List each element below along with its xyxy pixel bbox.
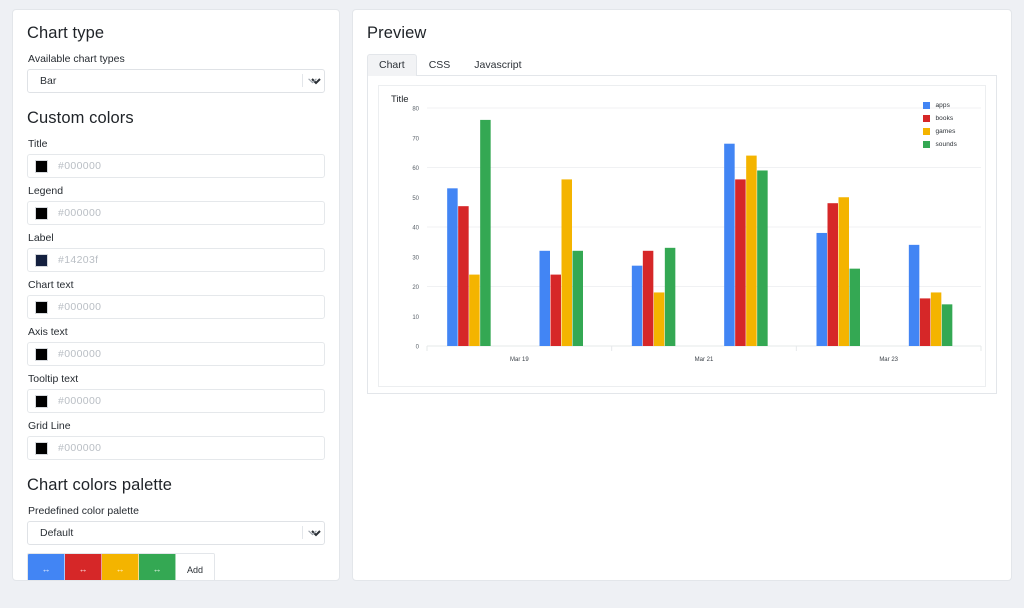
color-value-grid-line: #000000 (58, 442, 102, 454)
svg-text:50: 50 (412, 196, 419, 202)
color-swatch-axis-text[interactable] (35, 347, 48, 361)
color-field-axis-text[interactable]: #000000 (27, 342, 325, 366)
palette-select-wrap: Default (27, 521, 325, 545)
tab-javascript[interactable]: Javascript (462, 54, 533, 76)
svg-text:Mar 19: Mar 19 (510, 357, 529, 363)
svg-text:70: 70 (412, 136, 419, 142)
palette-swatch-3[interactable]: ↔ (102, 554, 139, 580)
drag-handle-icon[interactable]: ↔ (153, 565, 162, 574)
legend-key-games (923, 128, 931, 135)
color-swatch-chart-text[interactable] (35, 300, 48, 314)
color-label-tooltip-text: Tooltip text (28, 373, 79, 385)
color-label-label: Label (28, 232, 54, 244)
drag-handle-icon[interactable]: ↔ (79, 565, 88, 574)
chevron-down-icon (308, 521, 317, 545)
legend-label-sounds: sounds (935, 141, 957, 148)
color-value-label: #14203f (58, 254, 99, 266)
legend-label-games: games (935, 128, 956, 135)
legend-item-games[interactable]: games (923, 126, 957, 137)
svg-text:Mar 23: Mar 23 (879, 357, 898, 363)
color-field-chart-text[interactable]: #000000 (27, 295, 325, 319)
chevron-down-icon (308, 69, 317, 93)
color-value-chart-text: #000000 (58, 301, 102, 313)
svg-text:0: 0 (416, 345, 420, 351)
svg-text:40: 40 (412, 226, 419, 232)
palette-select-label: Predefined color palette (28, 505, 139, 517)
chart-legend: apps books games sounds (923, 100, 957, 152)
palette-swatch-4[interactable]: ↔ (139, 554, 176, 580)
legend-label-books: books (935, 115, 954, 122)
chart-preview-card: Title 0 10 20 30 40 50 60 70 80 Mar 19 Mar 21 Mar 2… (367, 76, 997, 394)
color-swatch-label[interactable] (35, 253, 48, 267)
settings-panel: Chart type Available chart types Bar Cus… (12, 9, 340, 581)
palette-heading: Chart colors palette (27, 476, 173, 494)
drag-handle-icon[interactable]: ↔ (42, 565, 51, 574)
legend-key-books (923, 115, 931, 122)
legend-label-apps: apps (935, 102, 950, 109)
svg-text:20: 20 (412, 285, 419, 291)
color-swatch-grid-line[interactable] (35, 441, 48, 455)
color-label-legend: Legend (28, 185, 64, 197)
legend-key-sounds (923, 141, 931, 148)
svg-text:60: 60 (412, 166, 419, 172)
legend-item-apps[interactable]: apps (923, 100, 957, 111)
color-value-title: #000000 (58, 160, 102, 172)
preview-heading: Preview (367, 24, 427, 42)
chart-canvas-frame: Title 0 10 20 30 40 50 60 70 80 Mar 19 Mar 21 Mar 2… (378, 85, 986, 387)
drag-handle-icon[interactable]: ↔ (116, 565, 125, 574)
custom-colors-heading: Custom colors (27, 109, 134, 127)
palette-swatch-1[interactable]: ↔ (28, 554, 65, 580)
color-value-axis-text: #000000 (58, 348, 102, 360)
color-field-grid-line[interactable]: #000000 (27, 436, 325, 460)
legend-key-apps (923, 102, 931, 109)
svg-text:80: 80 (412, 107, 419, 113)
color-field-legend[interactable]: #000000 (27, 201, 325, 225)
svg-text:30: 30 (412, 255, 419, 261)
available-chart-types-label: Available chart types (28, 53, 125, 65)
color-value-legend: #000000 (58, 207, 102, 219)
tab-css[interactable]: CSS (417, 54, 463, 76)
preview-tabs: Chart CSS Javascript (367, 53, 997, 76)
color-label-axis-text: Axis text (28, 326, 68, 338)
color-swatch-tooltip-text[interactable] (35, 394, 48, 408)
legend-item-books[interactable]: books (923, 113, 957, 124)
color-field-label[interactable]: #14203f (27, 248, 325, 272)
legend-item-sounds[interactable]: sounds (923, 139, 957, 150)
palette-select-divider (302, 526, 303, 539)
chart-type-select-wrap: Bar (27, 69, 325, 93)
chart-type-heading: Chart type (27, 24, 105, 42)
chart-plot-area: 0 10 20 30 40 50 60 70 80 Mar 19 Mar 21 Mar 23 (379, 86, 985, 386)
color-field-title[interactable]: #000000 (27, 154, 325, 178)
chart-type-select[interactable]: Bar (27, 69, 325, 93)
color-label-title: Title (28, 138, 48, 150)
svg-text:Mar 21: Mar 21 (695, 357, 714, 363)
preview-panel: Preview Chart CSS Javascript Title 0 10 20… (352, 9, 1012, 581)
color-label-chart-text: Chart text (28, 279, 74, 291)
select-divider (302, 74, 303, 87)
color-swatch-title[interactable] (35, 159, 48, 173)
app-root: Chart type Available chart types Bar Cus… (0, 0, 1024, 608)
palette-swatch-2[interactable]: ↔ (65, 554, 102, 580)
color-swatch-legend[interactable] (35, 206, 48, 220)
palette-select[interactable]: Default (27, 521, 325, 545)
tab-chart[interactable]: Chart (367, 54, 417, 76)
svg-text:10: 10 (412, 315, 419, 321)
color-label-grid-line: Grid Line (28, 420, 71, 432)
palette-swatch-row: ↔ ↔ ↔ ↔ Add (27, 553, 215, 580)
bar-chart-svg: 0 10 20 30 40 50 60 70 80 Mar 19 Mar 21 Mar 23 (412, 107, 982, 363)
color-value-tooltip-text: #000000 (58, 395, 102, 407)
color-field-tooltip-text[interactable]: #000000 (27, 389, 325, 413)
add-color-button[interactable]: Add (176, 554, 214, 580)
